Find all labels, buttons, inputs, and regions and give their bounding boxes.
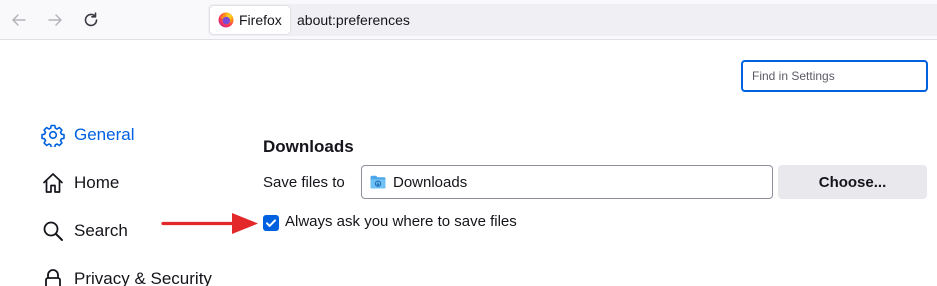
identity-label: Firefox — [239, 12, 282, 28]
forward-arrow-icon — [48, 14, 62, 26]
gear-icon — [40, 122, 66, 148]
back-button[interactable] — [7, 8, 31, 32]
firefox-logo-icon — [218, 12, 234, 28]
always-ask-checkbox[interactable] — [263, 215, 279, 231]
address-bar[interactable]: Firefox about:preferences — [208, 4, 937, 36]
download-folder-name: Downloads — [393, 173, 468, 191]
reload-button[interactable] — [79, 8, 103, 32]
downloads-heading: Downloads — [263, 137, 354, 156]
browser-toolbar: Firefox about:preferences — [0, 0, 937, 40]
lock-icon — [40, 266, 66, 286]
sidebar-item-privacy-security[interactable]: Privacy & Security — [40, 266, 212, 286]
identity-box[interactable]: Firefox — [210, 6, 290, 34]
folder-icon — [370, 175, 386, 189]
choose-folder-button[interactable]: Choose... — [778, 165, 927, 199]
reload-icon — [84, 12, 98, 27]
download-folder-field[interactable]: Downloads — [361, 165, 773, 199]
save-files-to-label: Save files to — [263, 174, 345, 191]
sidebar-item-label: Privacy & Security — [74, 269, 212, 286]
sidebar-item-home[interactable]: Home — [40, 170, 119, 196]
forward-button[interactable] — [43, 8, 67, 32]
sidebar-item-label: General — [74, 125, 135, 144]
sidebar-item-search[interactable]: Search — [40, 218, 128, 244]
url-text[interactable]: about:preferences — [297, 12, 410, 28]
back-arrow-icon — [12, 14, 26, 26]
always-ask-label[interactable]: Always ask you where to save files — [285, 213, 517, 230]
sidebar-item-label: Home — [74, 173, 120, 192]
search-icon — [40, 218, 66, 244]
home-icon — [40, 170, 66, 196]
find-in-settings-input[interactable] — [743, 62, 926, 90]
annotation-arrow-icon — [161, 213, 258, 234]
sidebar-item-label: Search — [74, 221, 128, 240]
find-in-settings-field[interactable] — [741, 60, 928, 92]
checkmark-icon — [266, 219, 276, 227]
sidebar-item-general[interactable]: General — [40, 122, 134, 148]
